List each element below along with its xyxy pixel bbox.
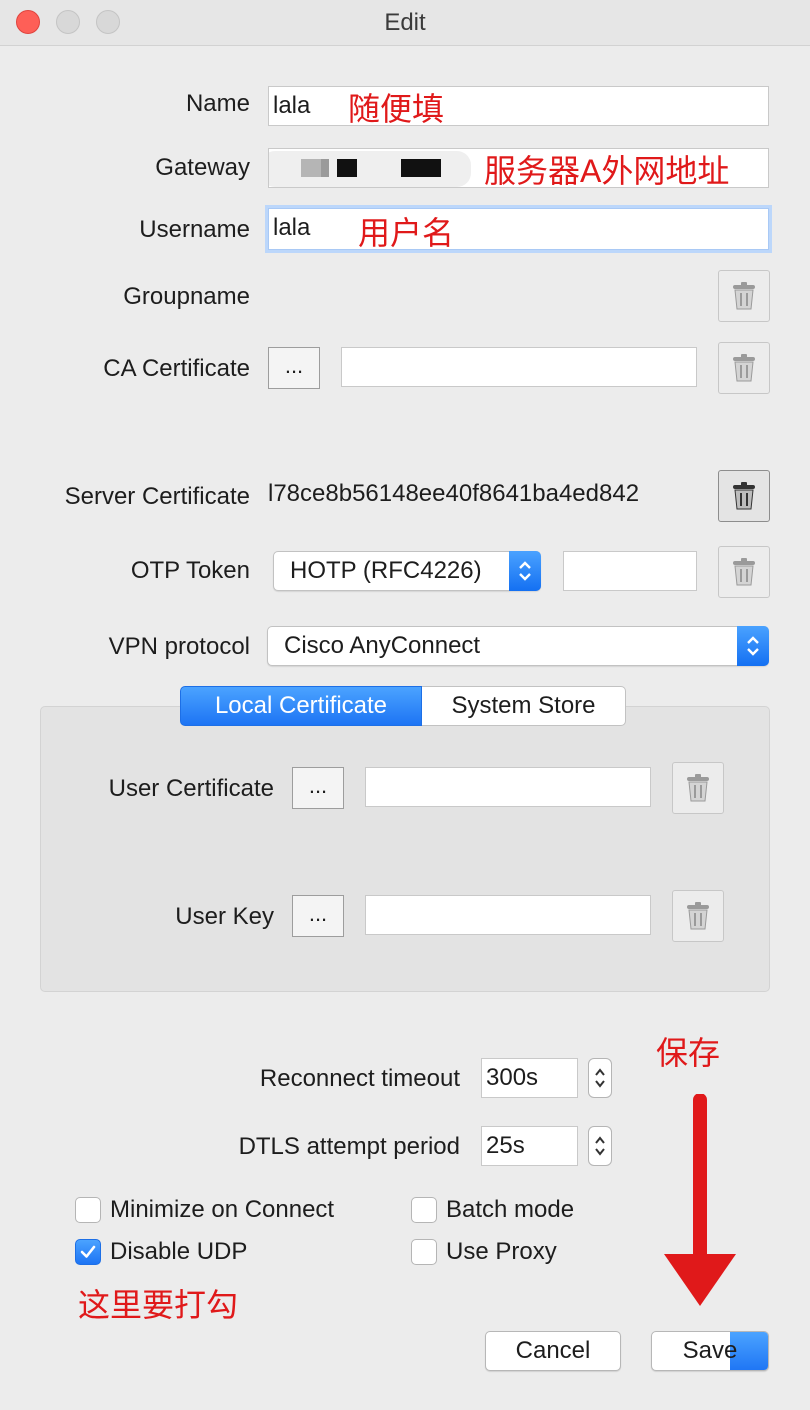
otp-token-type-value: HOTP (RFC4226) bbox=[290, 557, 482, 584]
annotation-name: 随便填 bbox=[348, 91, 445, 127]
tab-local-certificate[interactable]: Local Certificate bbox=[180, 686, 422, 726]
redacted-gateway-value bbox=[269, 151, 471, 187]
annotation-gateway: 服务器A外网地址 bbox=[484, 153, 730, 189]
red-arrow-icon bbox=[664, 1094, 736, 1306]
user-key-input[interactable] bbox=[365, 895, 651, 935]
server-certificate-clear-button[interactable] bbox=[718, 470, 770, 522]
user-key-clear-button[interactable] bbox=[672, 890, 724, 942]
trash-icon bbox=[733, 354, 755, 382]
otp-token-input[interactable] bbox=[563, 551, 697, 591]
dtls-attempt-period-stepper[interactable] bbox=[588, 1126, 612, 1166]
otp-token-label: OTP Token bbox=[130, 557, 250, 584]
use-proxy-checkbox[interactable] bbox=[411, 1239, 437, 1265]
otp-token-clear-button[interactable] bbox=[718, 546, 770, 598]
checkmark-icon bbox=[80, 1245, 96, 1258]
user-certificate-clear-button[interactable] bbox=[672, 762, 724, 814]
tab-system-store[interactable]: System Store bbox=[422, 686, 626, 726]
window-title: Edit bbox=[384, 9, 426, 36]
name-value: lala bbox=[273, 92, 311, 119]
vpn-protocol-select[interactable]: Cisco AnyConnect bbox=[267, 626, 769, 666]
certificate-group-box bbox=[40, 706, 770, 992]
minimize-on-connect-checkbox[interactable] bbox=[75, 1197, 101, 1223]
ca-certificate-label: CA Certificate bbox=[103, 355, 250, 382]
server-certificate-value: l78ce8b56148ee40f8641ba4ed842 bbox=[268, 480, 640, 507]
username-input[interactable]: lala bbox=[268, 208, 769, 250]
vpn-protocol-label: VPN protocol bbox=[108, 633, 250, 660]
updown-chevron-icon bbox=[737, 626, 769, 666]
gateway-label: Gateway bbox=[155, 154, 250, 181]
save-button[interactable]: Save bbox=[651, 1331, 769, 1371]
trash-icon bbox=[687, 774, 709, 802]
user-key-browse-button[interactable]: ... bbox=[292, 895, 344, 937]
ca-certificate-clear-button[interactable] bbox=[718, 342, 770, 394]
annotation-check: 这里要打勾 bbox=[78, 1287, 239, 1323]
groupname-label: Groupname bbox=[123, 283, 250, 310]
server-certificate-label: Server Certificate bbox=[64, 483, 250, 510]
batch-mode-checkbox[interactable] bbox=[411, 1197, 437, 1223]
trash-icon bbox=[733, 558, 755, 586]
reconnect-timeout-stepper[interactable] bbox=[588, 1058, 612, 1098]
trash-icon bbox=[733, 282, 755, 310]
username-label: Username bbox=[139, 216, 250, 243]
stepper-arrows-icon bbox=[595, 1136, 605, 1156]
reconnect-timeout-input[interactable]: 300s bbox=[481, 1058, 578, 1098]
groupname-clear-button[interactable] bbox=[718, 270, 770, 322]
annotation-save: 保存 bbox=[656, 1035, 721, 1071]
stepper-arrows-icon bbox=[595, 1068, 605, 1088]
dtls-attempt-period-input[interactable]: 25s bbox=[481, 1126, 578, 1166]
vpn-protocol-value: Cisco AnyConnect bbox=[284, 632, 481, 659]
username-value: lala bbox=[273, 214, 311, 241]
batch-mode-label: Batch mode bbox=[446, 1196, 575, 1223]
user-certificate-label: User Certificate bbox=[108, 775, 274, 802]
use-proxy-label: Use Proxy bbox=[446, 1238, 557, 1265]
reconnect-timeout-label: Reconnect timeout bbox=[259, 1065, 460, 1092]
user-certificate-browse-button[interactable]: ... bbox=[292, 767, 344, 809]
ca-certificate-browse-button[interactable]: ... bbox=[268, 347, 320, 389]
disable-udp-checkbox[interactable] bbox=[75, 1239, 101, 1265]
minimize-on-connect-label: Minimize on Connect bbox=[110, 1196, 335, 1223]
otp-token-type-select[interactable]: HOTP (RFC4226) bbox=[273, 551, 541, 591]
disable-udp-label: Disable UDP bbox=[110, 1238, 248, 1265]
user-key-label: User Key bbox=[175, 903, 274, 930]
save-button-label: Save bbox=[682, 1337, 738, 1364]
trash-icon bbox=[687, 902, 709, 930]
name-label: Name bbox=[185, 90, 250, 117]
annotation-username: 用户名 bbox=[358, 215, 455, 251]
cancel-button[interactable]: Cancel bbox=[485, 1331, 621, 1371]
name-input[interactable]: lala bbox=[268, 86, 769, 126]
user-certificate-input[interactable] bbox=[365, 767, 651, 807]
dtls-attempt-period-label: DTLS attempt period bbox=[238, 1133, 460, 1160]
updown-chevron-icon bbox=[509, 551, 541, 591]
ca-certificate-input[interactable] bbox=[341, 347, 697, 387]
trash-icon bbox=[733, 482, 755, 510]
